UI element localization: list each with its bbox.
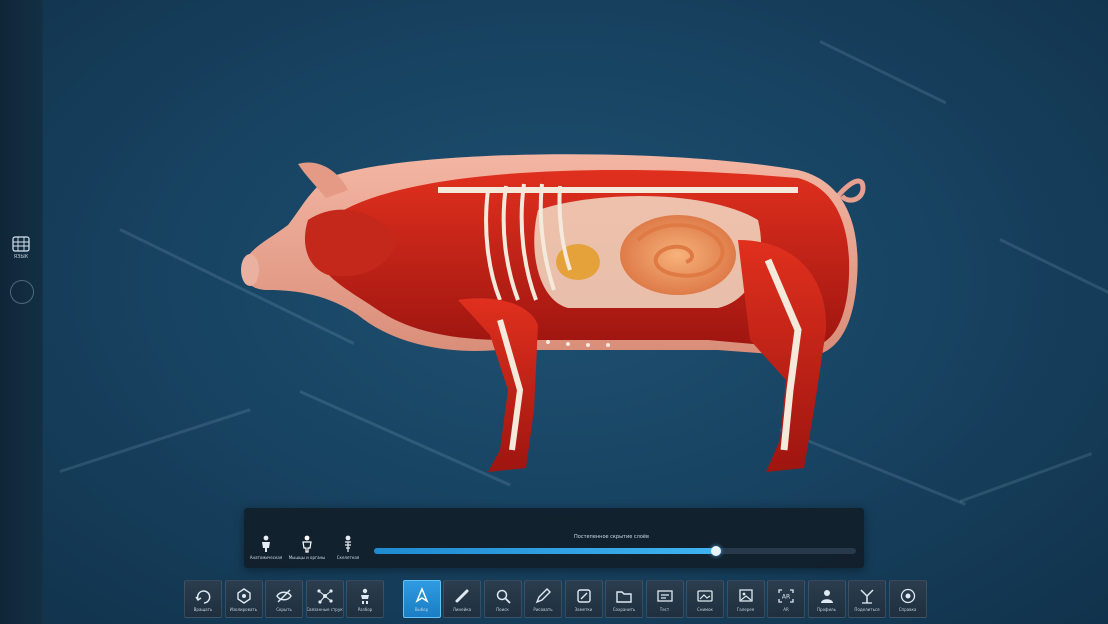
toolbar-button-label: Разбор <box>357 606 373 612</box>
screenshot-icon <box>697 589 713 602</box>
toolbar-button-folder[interactable]: Сохранить <box>605 580 643 618</box>
background-streak <box>959 452 1093 503</box>
layer-slider-thumb[interactable] <box>711 546 722 556</box>
background-streak <box>59 408 251 473</box>
mode-skeleton-button[interactable]: Скелетная <box>330 528 366 566</box>
layers-button[interactable]: ЯЗЫК <box>4 230 38 266</box>
toolbar-button-label: Изолировать <box>229 606 258 612</box>
toolbar-button-label: Вращать <box>193 606 213 612</box>
toolbar-button-explode[interactable]: Разбор <box>346 580 384 618</box>
bottom-toolbar: Вращать Изолировать Скрыть Связанные структ… <box>184 580 927 620</box>
pen-icon <box>535 587 551 603</box>
toolbar-button-notes[interactable]: Заметки <box>564 580 603 618</box>
notes-icon <box>576 588 591 603</box>
toolbar-button-user[interactable]: Профиль <box>807 580 846 618</box>
gear-circle-icon[interactable] <box>10 280 34 304</box>
toolbar-button-search-zoom[interactable]: Поиск <box>483 580 522 618</box>
slider-title: Постепенное скрытие слоёв <box>574 534 649 540</box>
layer-slider-fill <box>374 548 717 554</box>
toolbar-button-label: Связанные структуры <box>306 606 343 612</box>
pig-anatomy-model[interactable] <box>238 150 870 480</box>
help-icon <box>900 588 915 603</box>
user-icon <box>820 589 833 603</box>
toolbar-button-isolate[interactable]: Изолировать <box>224 580 263 618</box>
toolbar-button-help[interactable]: Справка <box>888 580 927 618</box>
toolbar-button-label: Скрыть <box>276 606 292 612</box>
toolbar-button-quiz[interactable]: Тест <box>645 580 684 618</box>
left-sidebar: ЯЗЫК <box>0 0 43 624</box>
rotate-icon <box>195 589 211 604</box>
toolbar-button-label: Рисовать <box>533 606 553 612</box>
gallery-icon <box>738 588 753 602</box>
explode-icon <box>361 588 369 604</box>
mode-label: Скелетная <box>336 554 360 560</box>
layers-button-label: ЯЗЫК <box>13 254 29 260</box>
svg-text:AR: AR <box>782 593 790 600</box>
nodes-icon <box>316 588 333 604</box>
toolbar-button-label: Тест <box>659 606 670 612</box>
mode-muscle-button[interactable]: Мышцы и органы <box>289 528 325 566</box>
toolbar-button-nodes[interactable]: Связанные структуры <box>305 580 344 618</box>
toolbar-button-label: Поделиться <box>854 606 880 612</box>
toolbar-button-hide-eye[interactable]: Скрыть <box>265 580 303 618</box>
hide-eye-icon <box>276 589 292 602</box>
search-zoom-icon <box>496 589 511 604</box>
toolbar-button-label: Поиск <box>496 606 509 612</box>
pig-snout <box>241 254 259 286</box>
toolbar-button-label: Галерея <box>736 606 755 612</box>
toolbar-button-label: Линейка <box>452 606 472 612</box>
toolbar-button-pen[interactable]: Рисовать <box>524 580 562 618</box>
layer-animation-panel: Анатомическая Мышцы и органы Скелетная П… <box>244 508 864 568</box>
ar-icon: AR <box>778 588 794 603</box>
share-icon <box>860 588 874 604</box>
toolbar-button-ar[interactable]: AR AR <box>767 580 805 618</box>
toolbar-button-rotate[interactable]: Вращать <box>184 580 222 618</box>
mode-skin-button[interactable]: Анатомическая <box>248 528 284 566</box>
background-streak <box>999 238 1108 298</box>
toolbar-button-select-cursor[interactable]: Выбор <box>402 580 441 618</box>
toolbar-button-label: Сохранить <box>612 606 636 612</box>
figure-muscle-icon <box>302 535 312 553</box>
toolbar-button-label: Выбор <box>414 606 429 612</box>
mode-label: Анатомическая <box>249 554 283 560</box>
figure-skin-icon <box>262 535 270 552</box>
toolbar-button-label: Заметки <box>574 606 593 612</box>
toolbar-button-screenshot[interactable]: Снимок <box>686 580 724 618</box>
toolbar-button-label: Справка <box>898 606 917 612</box>
ruler-icon <box>455 589 469 602</box>
isolate-icon <box>236 587 251 604</box>
toolbar-button-label: Снимок <box>697 606 713 612</box>
pig-ear <box>298 162 348 198</box>
mode-label: Мышцы и органы <box>288 554 326 560</box>
toolbar-button-label: Профиль <box>817 606 836 612</box>
background-streak <box>819 40 947 105</box>
viewer-canvas[interactable]: ЯЗЫК Анатомическая Мышцы и органы Скелет… <box>0 0 1108 624</box>
select-cursor-icon <box>414 586 429 603</box>
toolbar-button-share[interactable]: Поделиться <box>848 580 886 618</box>
layers-grid-icon <box>12 236 30 252</box>
toolbar-button-label: AR <box>783 606 789 612</box>
figure-skeleton-icon <box>345 535 351 552</box>
layer-slider[interactable] <box>374 546 856 556</box>
toolbar-button-ruler[interactable]: Линейка <box>443 580 481 618</box>
quiz-icon <box>656 589 673 602</box>
folder-icon <box>616 590 632 603</box>
toolbar-button-gallery[interactable]: Галерея <box>726 580 765 618</box>
